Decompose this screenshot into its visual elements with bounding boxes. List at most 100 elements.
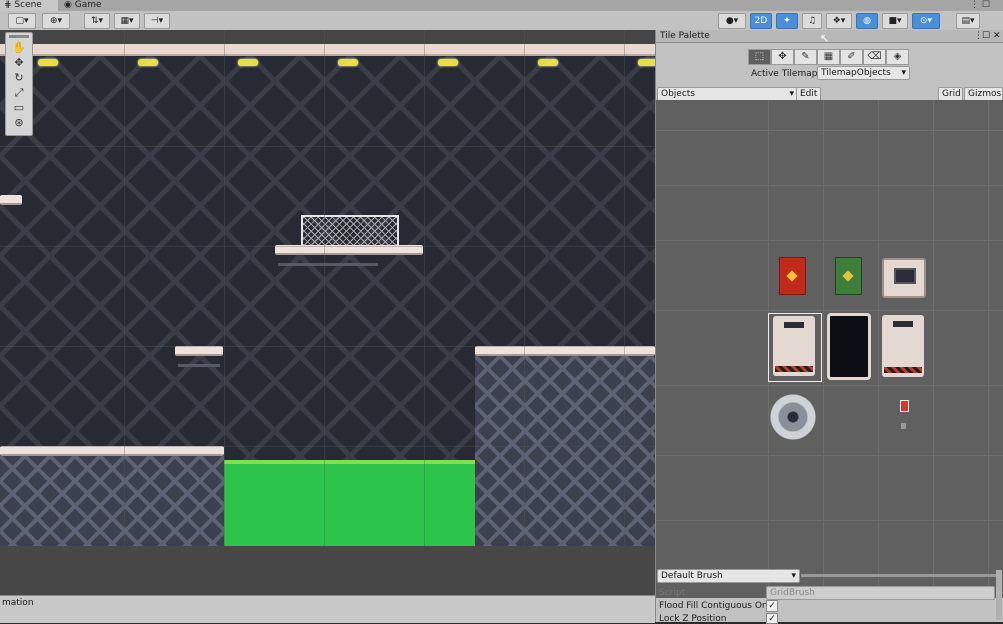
maximize-icon[interactable]: ☐ [982, 30, 990, 42]
platform-left-edge [0, 195, 22, 205]
goal-net [301, 215, 399, 247]
ceiling-lamp [38, 59, 58, 66]
door-frame-tile[interactable] [768, 313, 822, 382]
lock-z-checkbox[interactable]: ✓ [766, 613, 778, 624]
view-tools-panel: ✋ ✥ ↻ ⤢ ▭ ⊛ [5, 32, 33, 136]
scene-view[interactable] [0, 30, 655, 595]
gizmos-toggle[interactable]: Gizmos [964, 87, 1003, 101]
select-icon[interactable]: ⬚ [748, 49, 771, 65]
platform-shadow [278, 263, 378, 266]
dark-door-tile[interactable] [827, 313, 871, 380]
status-bar: mation [0, 595, 655, 623]
diamond-icon [842, 270, 854, 282]
layers-dropdown[interactable]: ▤▾ [956, 13, 980, 29]
light-base-tile [901, 423, 906, 429]
active-tilemap-label: Active Tilemap [751, 69, 818, 79]
audio-toggle-icon[interactable]: ♫ [802, 13, 822, 29]
chevron-down-icon: ▾ [901, 68, 906, 78]
ceiling-lamp [138, 59, 158, 66]
paint-brush-icon[interactable]: ✎ [794, 49, 817, 65]
tab-scene[interactable]: ⋕ Scene [0, 0, 58, 11]
mouse-cursor-icon: ↖ [820, 32, 830, 45]
script-field: GridBrush [766, 586, 995, 600]
palette-tile-grid[interactable] [656, 100, 1003, 598]
platform-shadow [178, 364, 220, 367]
global-dropdown[interactable]: ⊕▾ [42, 13, 70, 29]
tab-game[interactable]: ◉ Game [60, 0, 110, 11]
section-splitter[interactable] [801, 574, 1001, 577]
grid-snap-dropdown[interactable]: ▦▾ [114, 13, 140, 29]
flood-fill-checkbox[interactable]: ✓ [766, 600, 778, 612]
draw-mode-dropdown[interactable]: ▢▾ [8, 13, 36, 29]
screen-icon [894, 268, 916, 284]
crate-block-left [0, 456, 224, 546]
saw-blade-tile[interactable] [768, 392, 818, 442]
active-tilemap-dropdown[interactable]: TilemapObjects ▾ [817, 66, 910, 80]
platform-small [175, 346, 223, 356]
acid-pool [224, 460, 475, 550]
palette-dropdown[interactable]: Objects ▾ [657, 87, 798, 101]
scrollbar[interactable] [996, 570, 1002, 620]
hidden-objects-icon[interactable]: ◍ [856, 13, 878, 29]
red-door-tile[interactable] [779, 257, 806, 295]
script-label: Script [659, 588, 686, 598]
box-fill-icon[interactable]: ▦ [817, 49, 840, 65]
chevron-down-icon: ▾ [789, 89, 794, 99]
status-text: mation [2, 598, 34, 608]
red-light-tile[interactable] [900, 400, 909, 412]
lighting-toggle-icon[interactable]: ✦ [776, 13, 798, 29]
gizmos-label: Gizmos [968, 89, 1002, 99]
script-value: GridBrush [770, 588, 815, 598]
camera-dropdown[interactable]: ■▾ [882, 13, 908, 29]
palette-name: Objects [661, 89, 696, 99]
tab-game-label: Game [74, 0, 102, 10]
move-icon[interactable]: ✥ [771, 49, 794, 65]
toggle-2d-label: 2D [754, 16, 768, 26]
active-tilemap-value: TilemapObjects [821, 68, 891, 78]
ceiling-lamp [438, 59, 458, 66]
gizmos-dropdown[interactable]: ⊙▾ [912, 13, 940, 29]
edit-label: Edit [800, 89, 818, 99]
scale-icon[interactable]: ⤢ [9, 86, 29, 100]
close-icon[interactable]: ✕ [993, 30, 1001, 42]
platform-floor-left [0, 446, 224, 456]
hand-icon[interactable]: ✋ [9, 41, 29, 55]
rect-icon[interactable]: ▭ [9, 101, 29, 115]
scene-grid-icon: ⋕ [4, 0, 15, 10]
fill-icon[interactable]: ◈ [886, 49, 909, 65]
diamond-icon [786, 270, 798, 282]
picker-icon[interactable]: ✐ [840, 49, 863, 65]
ceiling-lamp [338, 59, 358, 66]
grid-label: Grid [942, 89, 961, 99]
green-door-tile[interactable] [835, 257, 862, 295]
eraser-icon[interactable]: ⌫ [863, 49, 886, 65]
ceiling-lamp [238, 59, 258, 66]
tile-palette-window: Tile Palette ⋮ ☐ ✕ ⬚ ✥ ✎ ▦ ✐ ⌫ ◈ ↖ Activ… [655, 30, 1003, 624]
tile-palette-titlebar: Tile Palette ⋮ ☐ ✕ [656, 30, 1003, 43]
chevron-down-icon: ▾ [791, 571, 796, 581]
panel-drag-handle[interactable] [9, 35, 29, 38]
toggle-2d-button[interactable]: 2D [750, 13, 772, 29]
edit-button[interactable]: Edit [796, 87, 821, 101]
transform-icon[interactable]: ⊛ [9, 116, 29, 130]
screen-block-tile[interactable] [882, 258, 926, 298]
ceiling-lamp [638, 59, 655, 66]
move-icon[interactable]: ✥ [9, 56, 29, 70]
ceiling-strip [0, 44, 655, 56]
platform-right-raised [475, 346, 655, 356]
grid-toggle[interactable]: Grid [938, 87, 963, 101]
effects-dropdown[interactable]: ❖▾ [826, 13, 852, 29]
game-pad-icon: ◉ [64, 0, 75, 10]
scene-empty-area [0, 546, 655, 595]
pivot-dropdown[interactable]: ⇅▾ [84, 13, 110, 29]
ceiling-lamp [538, 59, 558, 66]
shading-dropdown[interactable]: ●▾ [718, 13, 746, 29]
increment-snap-dropdown[interactable]: ⊣▾ [144, 13, 170, 29]
lock-z-label: Lock Z Position [659, 614, 727, 624]
door-frame-tile-2[interactable] [882, 313, 925, 380]
brush-dropdown[interactable]: Default Brush ▾ [657, 569, 800, 583]
crate-block-right [475, 356, 655, 546]
tab-options-icon[interactable]: ⋮ ☐ [970, 0, 1000, 11]
rotate-icon[interactable]: ↻ [9, 71, 29, 85]
flood-fill-label: Flood Fill Contiguous Only [659, 601, 776, 611]
